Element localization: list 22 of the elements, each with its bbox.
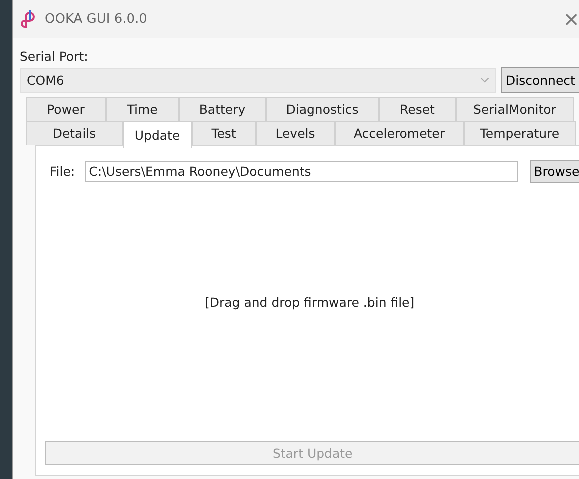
tab[interactable]: Time bbox=[106, 97, 179, 121]
tab[interactable]: Diagnostics bbox=[266, 97, 379, 121]
tab[interactable]: Reset bbox=[379, 97, 456, 121]
tab[interactable]: Update bbox=[123, 121, 192, 148]
tab[interactable]: Temperature bbox=[464, 121, 576, 145]
chevron-icon bbox=[481, 78, 489, 82]
serial-port-label: Serial Port: bbox=[20, 49, 90, 65]
drop-hint: [Drag and drop firmware .bin file] bbox=[205, 294, 415, 310]
file-label: File: bbox=[50, 164, 76, 179]
window-title: OOKA GUI 6.0.0 bbox=[45, 12, 148, 26]
file-path-field[interactable]: C:\Users\Emma Rooney\Documents bbox=[85, 161, 518, 182]
disconnect-button[interactable]: Disconnect bbox=[501, 67, 579, 93]
tab[interactable]: Details bbox=[26, 121, 123, 145]
close-button[interactable]: × bbox=[554, 7, 579, 31]
serial-port-dropdown[interactable]: COM6 bbox=[20, 68, 496, 92]
tab[interactable]: Battery bbox=[179, 97, 266, 121]
tab[interactable]: Accelerometer bbox=[335, 121, 464, 145]
tab[interactable]: Test bbox=[192, 121, 256, 145]
tab[interactable]: Power bbox=[26, 97, 106, 121]
tab[interactable]: SerialMonitor bbox=[456, 97, 574, 121]
browse-button[interactable]: Browse bbox=[530, 160, 579, 183]
tab[interactable]: Levels bbox=[256, 121, 335, 145]
